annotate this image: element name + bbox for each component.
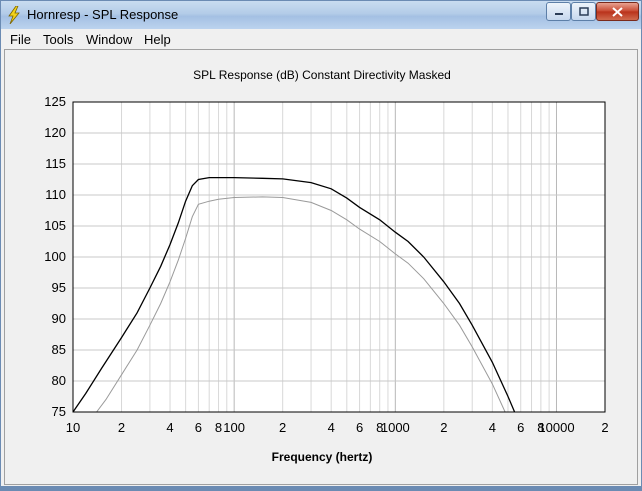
menu-bar: File Tools Window Help: [1, 29, 641, 49]
minimize-button[interactable]: [546, 2, 571, 21]
close-icon: [612, 6, 623, 17]
window-bottom-edge: [0, 486, 642, 491]
x-axis-label: Frequency (hertz): [271, 450, 373, 464]
y-tick-label: 105: [44, 218, 66, 233]
x-tick-label: 2: [601, 420, 608, 435]
app-window: Hornresp - SPL Response File Tools Windo…: [0, 0, 642, 491]
x-tick-label: 8: [215, 420, 222, 435]
x-tick-label: 6: [517, 420, 524, 435]
minimize-icon: [554, 12, 563, 15]
spl-chart: 758085909510010511011512012510 2 4 6 8 100 2 4 6…: [44, 94, 608, 435]
maximize-icon: [578, 7, 589, 16]
title-bar[interactable]: Hornresp - SPL Response: [1, 1, 641, 29]
x-tick-label: 10: [66, 420, 80, 435]
y-tick-label: 110: [45, 187, 66, 202]
window-title: Hornresp - SPL Response: [27, 7, 179, 22]
maximize-button[interactable]: [571, 2, 596, 21]
y-tick-label: 115: [45, 156, 66, 171]
menu-file[interactable]: File: [10, 32, 31, 47]
lightning-bolt-icon: [8, 6, 20, 24]
menu-tools[interactable]: Tools: [43, 32, 73, 47]
menu-help[interactable]: Help: [144, 32, 171, 47]
x-tick-label: 6: [195, 420, 202, 435]
y-tick-label: 75: [52, 404, 66, 419]
y-tick-label: 85: [52, 342, 66, 357]
close-button[interactable]: [596, 2, 639, 21]
menu-window[interactable]: Window: [86, 32, 132, 47]
x-tick-label: 4: [166, 420, 173, 435]
x-tick-label: 1000: [381, 420, 410, 435]
y-tick-label: 95: [52, 280, 66, 295]
y-tick-label: 120: [44, 125, 66, 140]
x-tick-label: 4: [489, 420, 496, 435]
chart-panel: SPL Response (dB) Constant Directivity M…: [4, 49, 638, 485]
y-tick-label: 125: [44, 94, 66, 109]
x-tick-label: 100: [223, 420, 245, 435]
x-tick-label: 4: [328, 420, 335, 435]
x-tick-label: 2: [118, 420, 125, 435]
x-tick-label: 6: [356, 420, 363, 435]
y-tick-label: 90: [52, 311, 66, 326]
x-tick-label: 2: [440, 420, 447, 435]
x-tick-label: 10000: [538, 420, 574, 435]
x-tick-label: 2: [279, 420, 286, 435]
y-tick-label: 100: [44, 249, 66, 264]
y-tick-label: 80: [52, 373, 66, 388]
